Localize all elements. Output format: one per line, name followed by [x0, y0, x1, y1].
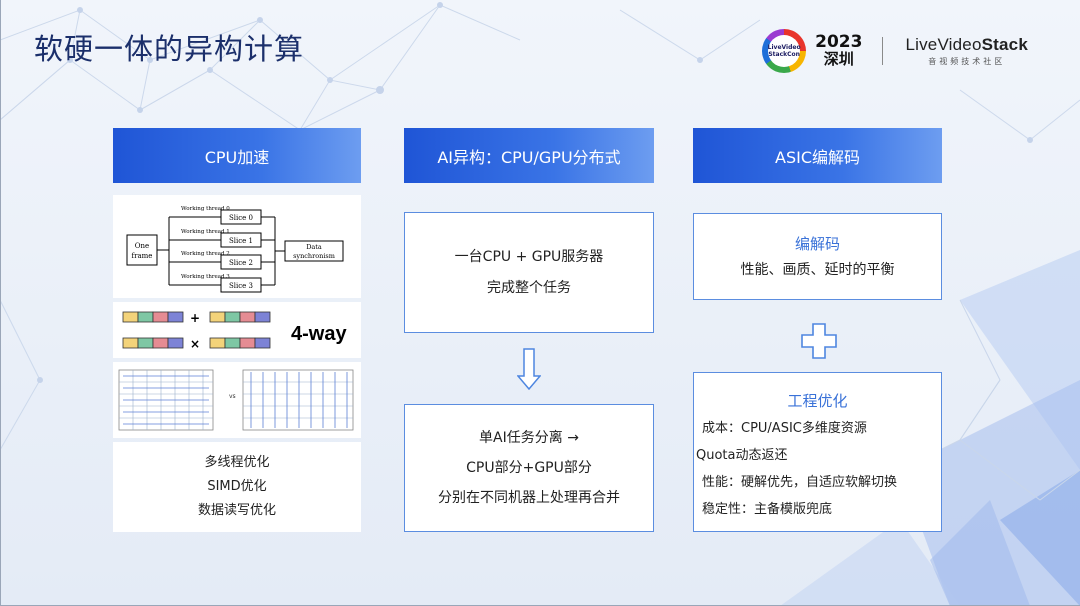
cpu-optimization-list: 多线程优化 SIMD优化 数据读写优化: [113, 442, 361, 532]
conference-year: 2023: [815, 32, 863, 52]
conference-year-city: 2023 深圳: [815, 34, 862, 68]
ai-box1-line1: 一台CPU + GPU服务器: [454, 248, 604, 265]
conference-logo: LiveVideo StackCon 2023 深圳 LiveVideoStac…: [762, 28, 1028, 74]
column-header-asic: ASIC编解码: [693, 128, 942, 183]
slice-label-3: Slice 3: [229, 282, 253, 290]
asic-engineering-title: 工程优化: [787, 392, 848, 410]
ai-box1-line2: 完成整个任务: [487, 279, 571, 296]
livevideostack-logo: LiveVideoStack 音视频技术社区: [905, 35, 1028, 67]
sync-label-1: Data: [306, 243, 322, 251]
memory-access-diagram: vs: [113, 362, 361, 438]
asic-eng-line-stability: 稳定性：主备模版兜底: [702, 502, 833, 517]
simd-plus: +: [190, 311, 200, 325]
asic-eng-line-cost: 成本：CPU/ASIC多维度资源: [702, 421, 867, 436]
asic-eng-line-quota: Quota动态返还: [696, 448, 788, 463]
logo-divider: [882, 37, 884, 65]
ai-single-server-box: 一台CPU + GPU服务器 完成整个任务: [404, 212, 654, 333]
cpu-item-multithread: 多线程优化: [204, 455, 270, 470]
slice-label-1: Slice 1: [229, 237, 253, 245]
brand-bold: Stack: [981, 35, 1028, 54]
simd-4way-label: 4-way: [291, 323, 347, 345]
input-label-2: frame: [132, 252, 153, 260]
column-header-ai: AI异构：CPU/GPU分布式: [404, 128, 654, 183]
brand-light: LiveVideo: [905, 35, 982, 54]
badge-text-2: StackCon: [768, 51, 800, 58]
asic-engineering-box: 工程优化 成本：CPU/ASIC多维度资源 Quota动态返还 性能：硬解优先，…: [693, 372, 942, 532]
brand-subtitle: 音视频技术社区: [928, 57, 1006, 66]
slice-label-0: Slice 0: [229, 214, 253, 222]
multithread-diagram: One frame Working thread 0 Working threa…: [113, 195, 361, 298]
slide-title: 软硬一体的异构计算: [34, 32, 305, 66]
memory-vs-label: vs: [229, 393, 236, 400]
asic-codec-title: 编解码: [794, 234, 840, 253]
simd-times: ×: [190, 337, 200, 351]
conference-city: 深圳: [823, 50, 854, 68]
ai-distributed-box: 单AI任务分离 → CPU部分+GPU部分 分别在不同机器上处理再合并: [404, 404, 654, 532]
down-arrow-icon: [517, 348, 541, 390]
cpu-item-simd: SIMD优化: [207, 479, 267, 494]
ai-box2-line2: CPU部分+GPU部分: [466, 460, 592, 476]
ai-box2-line1: 单AI任务分离 →: [479, 430, 579, 446]
asic-eng-line-performance: 性能：硬解优先，自适应软解切换: [702, 475, 898, 490]
badge-text-1: LiveVideo: [767, 44, 801, 51]
slice-label-2: Slice 2: [229, 259, 253, 267]
simd-diagram: + × 4-way: [113, 302, 361, 358]
input-label-1: One: [135, 242, 149, 250]
sync-label-2: synchronism: [293, 252, 335, 260]
asic-codec-box: 编解码 性能、画质、延时的平衡: [693, 213, 942, 300]
ai-box2-line3: 分别在不同机器上处理再合并: [438, 490, 620, 506]
asic-codec-text: 性能、画质、延时的平衡: [740, 261, 895, 278]
conference-badge-logo: LiveVideo StackCon: [762, 29, 807, 73]
column-header-cpu: CPU加速: [113, 128, 361, 183]
plus-icon: [801, 323, 837, 359]
cpu-item-data-rw: 数据读写优化: [197, 503, 276, 518]
